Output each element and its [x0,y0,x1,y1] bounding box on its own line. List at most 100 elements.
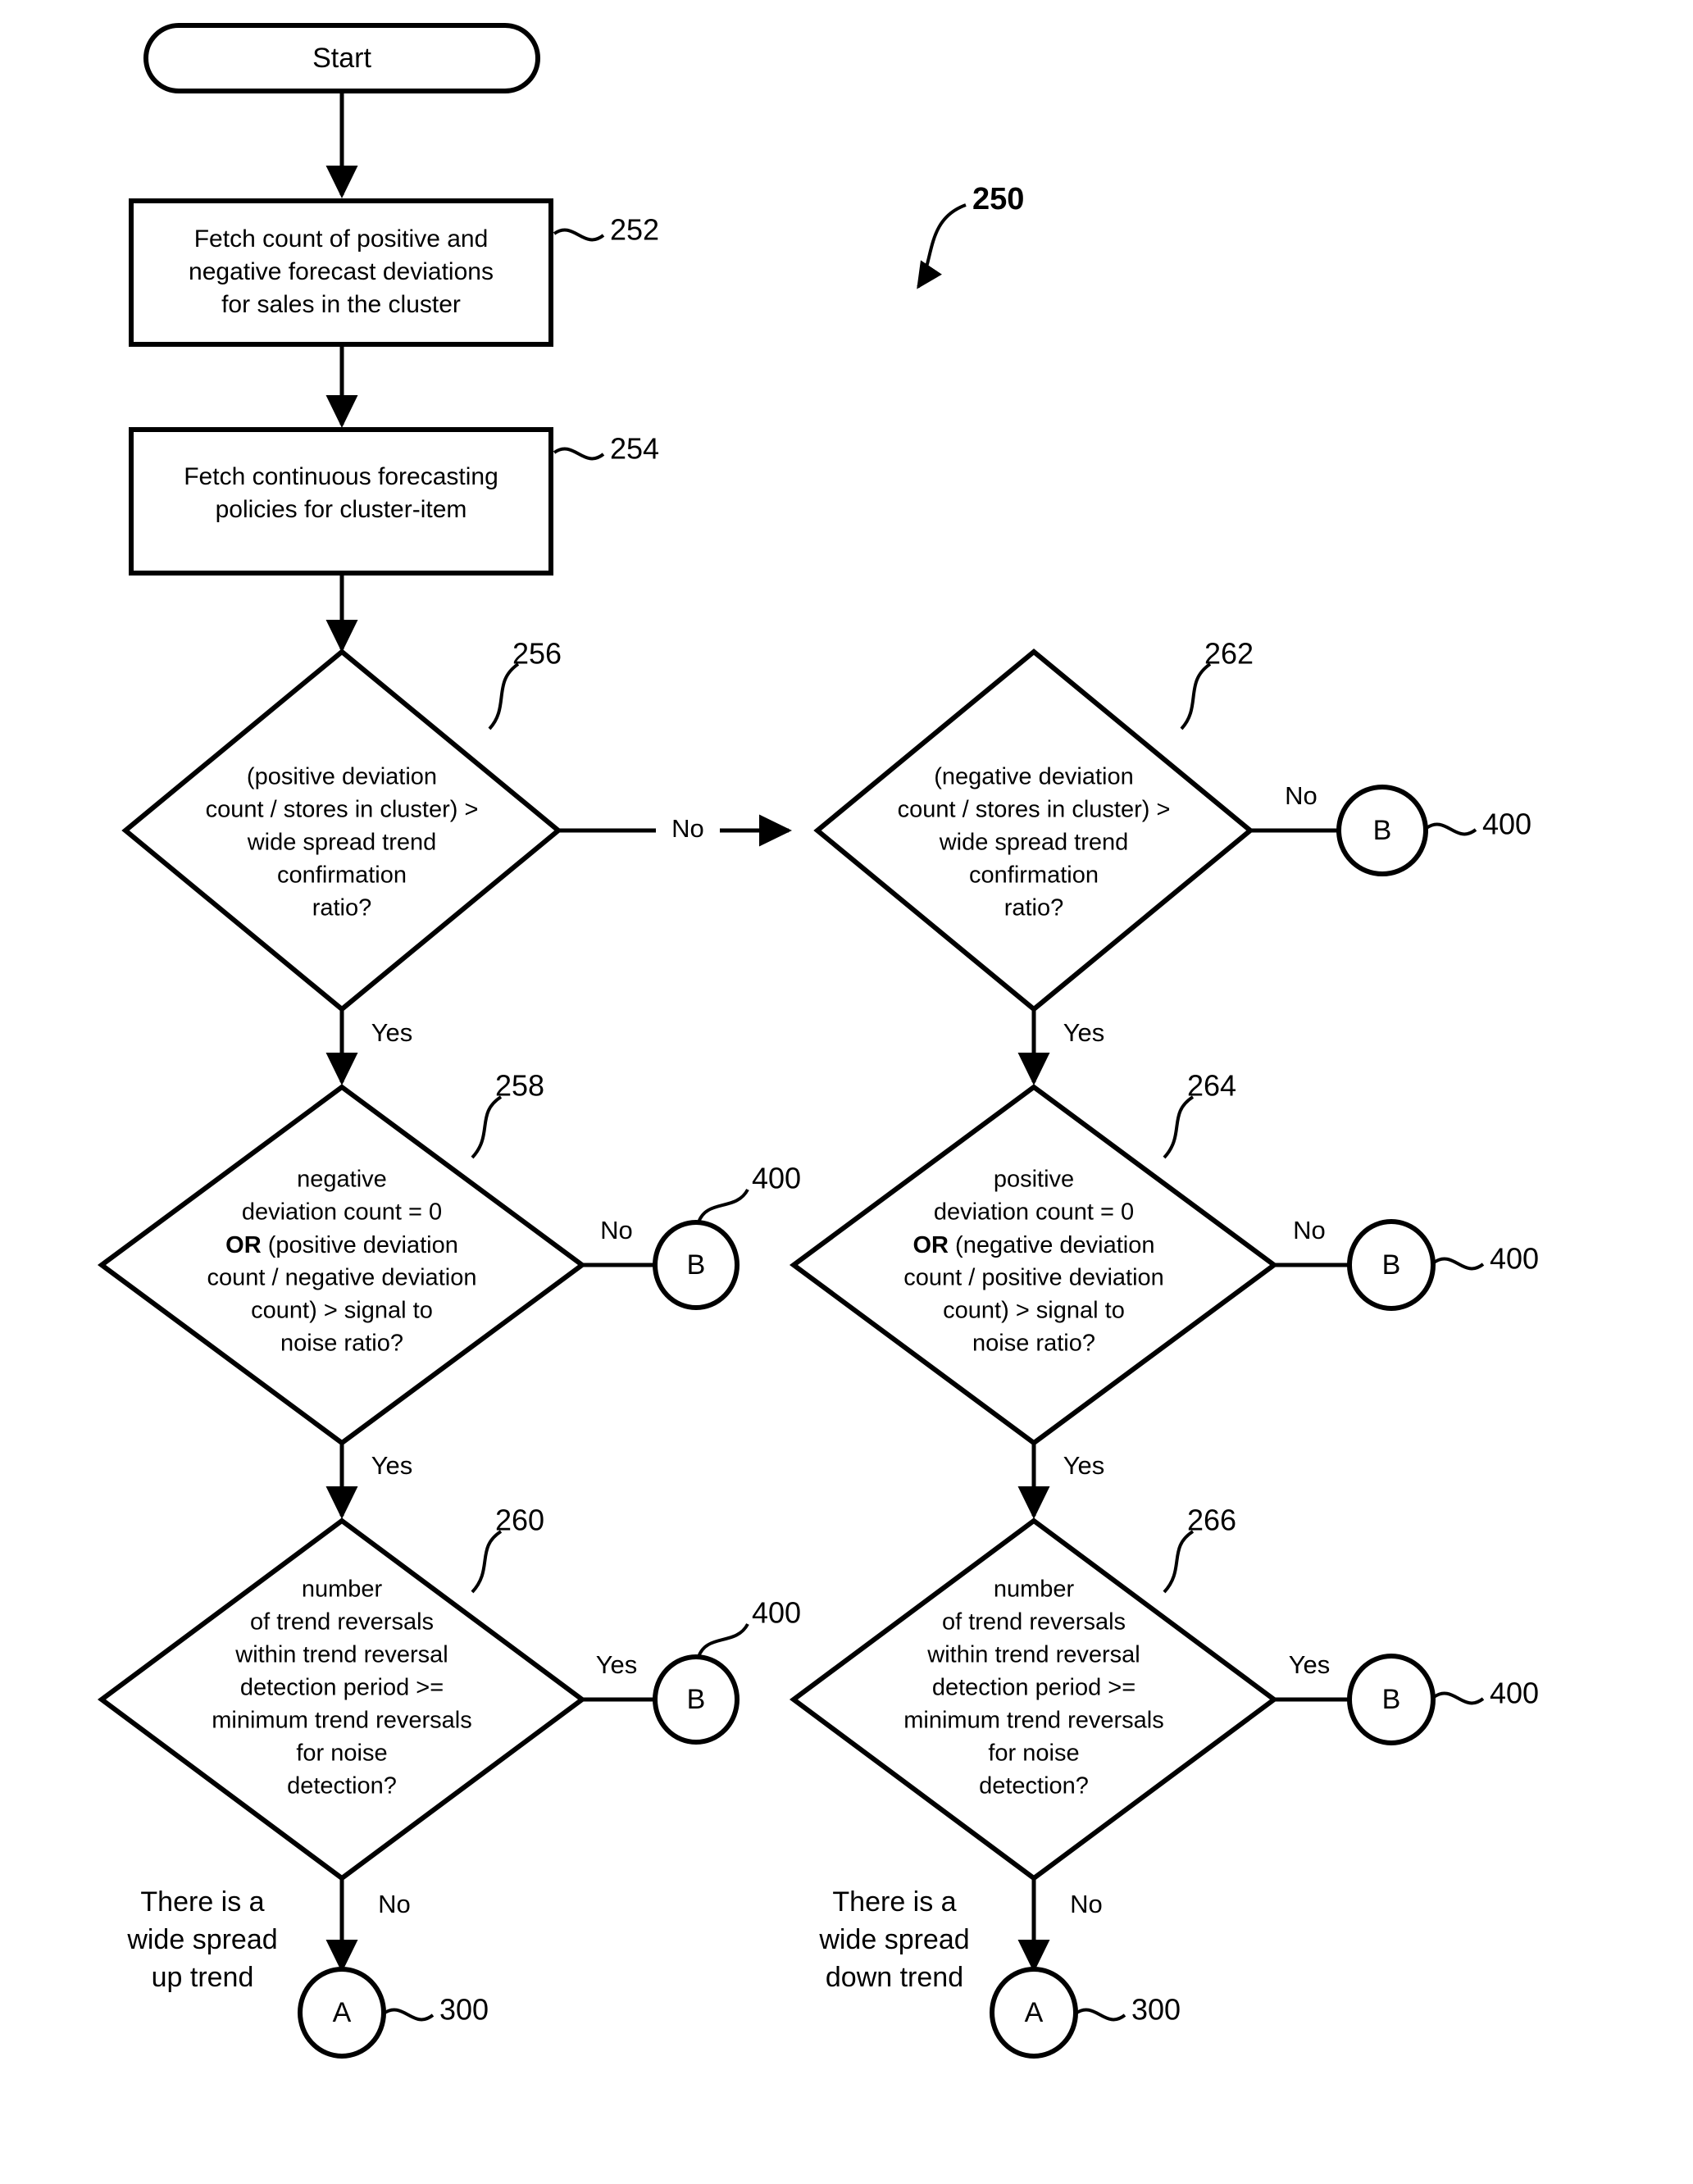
ref-label-266: 266 [1187,1504,1236,1537]
edge-label-260-no: No [378,1890,411,1918]
decision-256-line-2: count / stores in cluster) > [206,797,479,823]
edge-label-258-yes: Yes [371,1451,413,1480]
leader-line-254 [553,447,605,461]
decision-262-line-1: (negative deviation [934,764,1133,790]
decision-260-line-2: of trend reversals [250,1609,434,1636]
ref-label-262: 262 [1204,637,1254,671]
ref-label-300-right: 300 [1131,1993,1181,2027]
decision-264-line-4: count / positive deviation [903,1265,1164,1291]
decision-258-line-1: negative [297,1167,387,1193]
decision-258-line-5: count) > signal to [251,1298,433,1324]
connector-a-260-letter: A [333,1997,352,2028]
decision-260-line-4: detection period >= [240,1675,444,1701]
decision-262-line-3: wide spread trend [939,830,1129,856]
decision-256-line-5: ratio? [312,895,372,921]
annotation-up-trend-line-1: There is a [140,1886,264,1918]
process-254-line-2: policies for cluster-item [216,496,467,523]
edge-label-266-no: No [1070,1890,1103,1918]
decision-256-line-4: confirmation [277,862,407,889]
leader-line-300-right [1074,2008,1126,2022]
decision-266-line-1: number [994,1577,1075,1603]
decision-266-line-2: of trend reversals [942,1609,1126,1636]
decision-264-line-1: positive [994,1167,1074,1193]
annotation-down-trend-line-3: down trend [826,1962,963,1993]
edge-label-266-yes: Yes [1289,1650,1331,1679]
process-254-line-1: Fetch continuous forecasting [184,463,498,490]
decision-256-line-3: wide spread trend [247,830,437,856]
edge-label-262-no: No [1285,781,1318,810]
leader-line-400-264 [1432,1257,1485,1271]
edge-label-256-no: No [671,814,704,843]
leader-line-300-left [382,2008,435,2022]
figure-ref-leader-arrow [917,203,967,289]
edge-label-262-yes: Yes [1063,1018,1105,1047]
flowchart-svg: Start Fetch count of positive and negati… [97,23,1539,2059]
process-252-line-2: negative forecast deviations [189,258,494,285]
ref-label-400-264: 400 [1490,1242,1539,1276]
ref-label-400-258: 400 [752,1162,801,1195]
decision-264-line-2: deviation count = 0 [934,1199,1134,1226]
ref-label-400-266: 400 [1490,1677,1539,1710]
connector-b-266-letter: B [1382,1684,1401,1715]
process-252-line-3: for sales in the cluster [221,291,461,318]
leader-line-262 [1180,662,1212,730]
decision-262-line-2: count / stores in cluster) > [898,797,1171,823]
leader-line-264 [1163,1095,1195,1159]
ref-label-256: 256 [512,637,562,671]
ref-label-300-left: 300 [439,1993,489,2027]
leader-line-400-266 [1432,1691,1485,1705]
decision-260-line-7: detection? [287,1773,397,1800]
ref-label-260: 260 [495,1504,544,1537]
decision-266-line-5: minimum trend reversals [903,1708,1163,1734]
leader-line-400-258 [697,1188,749,1223]
edge-label-256-yes: Yes [371,1018,413,1047]
leader-line-260 [471,1530,503,1594]
connector-b-264-letter: B [1382,1249,1401,1281]
decision-262-line-5: ratio? [1004,895,1064,921]
edge-label-264-no: No [1293,1216,1326,1244]
leader-line-256 [488,662,520,730]
edge-label-260-yes: Yes [596,1650,638,1679]
edge-label-258-no: No [600,1216,633,1244]
annotation-down-trend-line-1: There is a [832,1886,956,1918]
flowchart-canvas: Start Fetch count of positive and negati… [0,0,1693,2184]
edge-label-264-yes: Yes [1063,1451,1105,1480]
decision-258-line-2: deviation count = 0 [242,1199,442,1226]
annotation-up-trend-line-2: wide spread [126,1924,277,1955]
start-node-label: Start [312,43,371,74]
decision-264-line-3: OR (negative deviation [913,1232,1155,1258]
leader-line-400-262 [1425,822,1477,836]
connector-b-258-letter: B [687,1249,706,1281]
decision-266-line-3: within trend reversal [926,1642,1140,1668]
connector-b-262-letter: B [1373,815,1392,846]
decision-260-line-3: within trend reversal [234,1642,448,1668]
ref-label-400-262: 400 [1482,808,1531,841]
connector-a-266-letter: A [1025,1997,1044,2028]
figure-ref-250: 250 [972,182,1024,216]
decision-260-line-1: number [302,1577,383,1603]
decision-266-line-4: detection period >= [932,1675,1135,1701]
ref-label-264: 264 [1187,1069,1236,1103]
ref-label-258: 258 [495,1069,544,1103]
leader-line-258 [471,1095,503,1159]
decision-260-line-6: for noise [296,1740,387,1767]
decision-258-line-3: OR (positive deviation [225,1232,458,1258]
leader-line-252 [553,228,605,242]
connector-b-260-letter: B [687,1684,706,1715]
ref-label-254: 254 [610,432,659,466]
decision-266-line-6: for noise [988,1740,1079,1767]
annotation-down-trend-line-2: wide spread [818,1924,969,1955]
ref-label-252: 252 [610,213,659,247]
leader-line-266 [1163,1530,1195,1594]
decision-258-line-4: count / negative deviation [207,1265,477,1291]
decision-256-line-1: (positive deviation [247,764,437,790]
process-252-line-1: Fetch count of positive and [194,225,489,253]
decision-266-line-7: detection? [979,1773,1089,1800]
decision-264-line-6: noise ratio? [972,1331,1095,1357]
ref-label-400-260: 400 [752,1596,801,1630]
decision-260-line-5: minimum trend reversals [212,1708,471,1734]
decision-258-line-6: noise ratio? [280,1331,403,1357]
decision-262-line-4: confirmation [969,862,1099,889]
leader-line-400-260 [697,1622,749,1658]
annotation-up-trend-line-3: up trend [152,1962,254,1993]
